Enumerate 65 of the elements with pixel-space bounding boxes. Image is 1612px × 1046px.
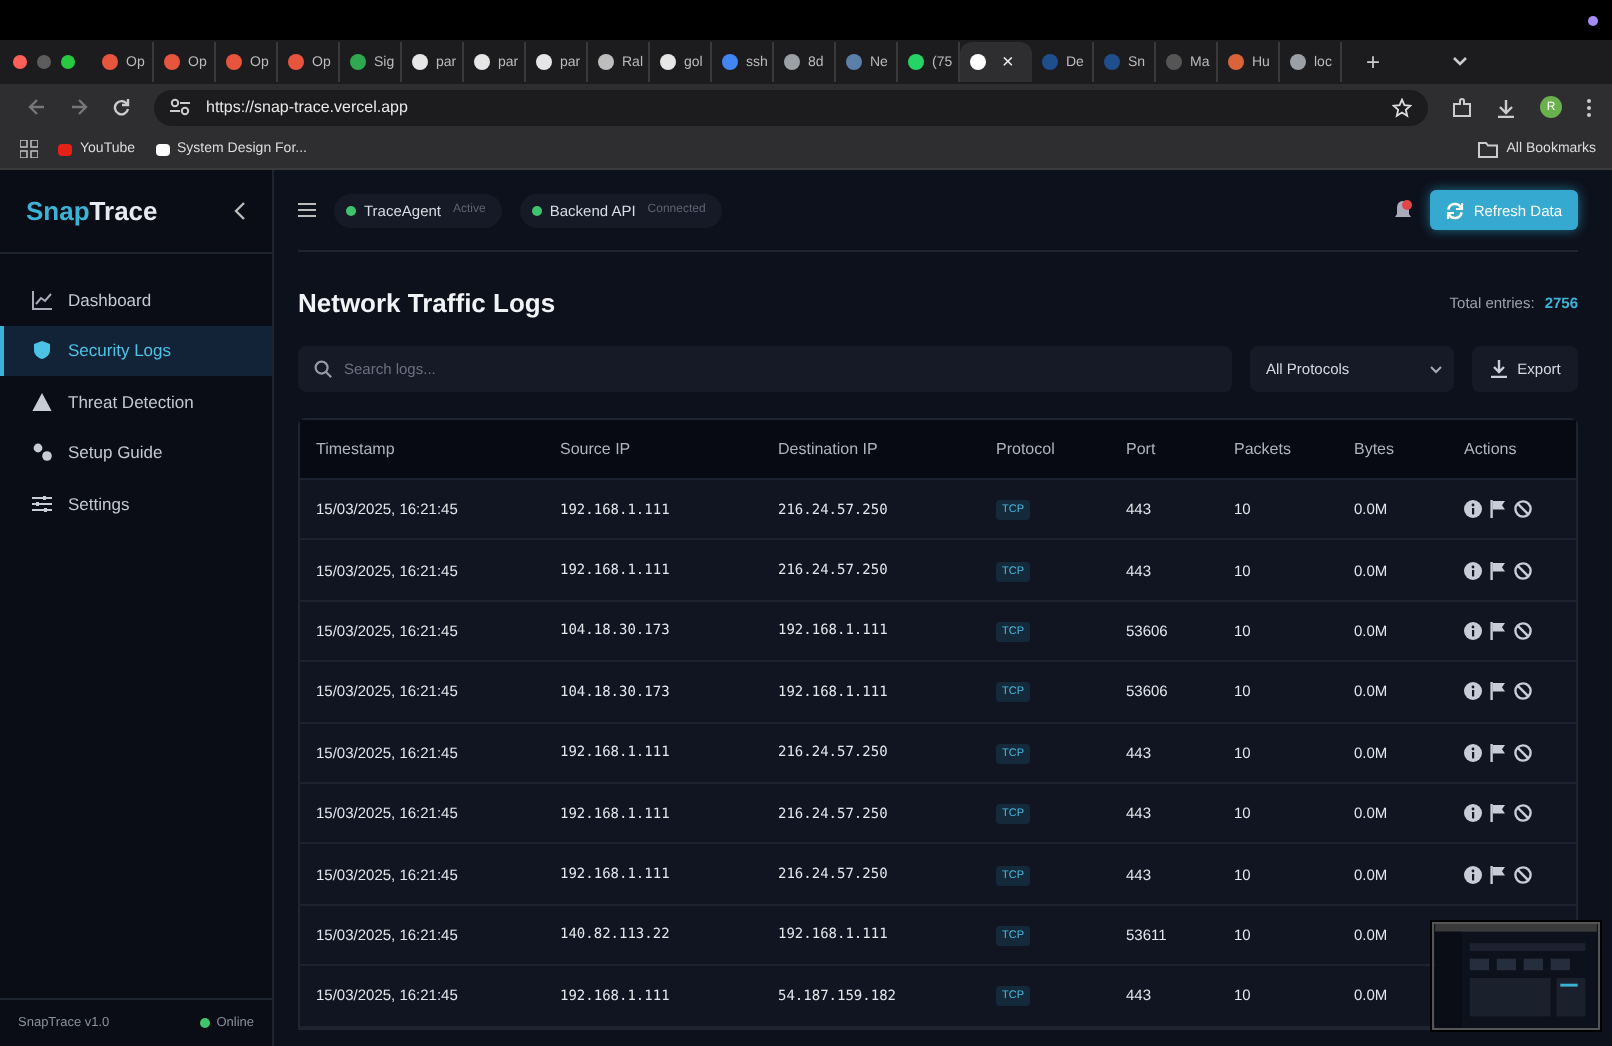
column-header: Bytes (1352, 440, 1395, 458)
block-icon[interactable] (1514, 561, 1532, 580)
bell-icon (1393, 200, 1412, 220)
window-controls-drawing (12, 54, 80, 70)
flag-icon[interactable] (1490, 561, 1506, 580)
chevron-down-icon (1430, 365, 1442, 373)
bookmark-icon (155, 143, 170, 155)
column-header: Actions (1462, 440, 1517, 458)
indicator-icon (1588, 15, 1598, 25)
column-header: Port (1124, 440, 1156, 458)
info-icon[interactable] (1464, 865, 1482, 884)
flag-icon[interactable] (1490, 804, 1506, 823)
info-icon[interactable] (1464, 682, 1482, 701)
block-icon[interactable] (1514, 621, 1532, 640)
back-icon[interactable] (28, 98, 46, 116)
info-icon[interactable] (1464, 804, 1482, 823)
search-icon (314, 360, 332, 378)
nav-item[interactable]: Settings (0, 478, 272, 529)
flag-icon[interactable] (1490, 682, 1506, 701)
info-icon[interactable] (1464, 500, 1482, 519)
column-header: Protocol (994, 440, 1055, 458)
bookmark-icon (58, 143, 72, 155)
info-icon[interactable] (1464, 743, 1482, 762)
column-header: Source IP (558, 440, 631, 458)
app-logo: SnapTrace (26, 196, 158, 226)
info-icon[interactable] (1464, 561, 1482, 580)
site-settings-icon (170, 98, 190, 116)
flag-icon[interactable] (1490, 743, 1506, 762)
refresh-icon (1445, 201, 1464, 219)
nav-item[interactable]: Security Logs (0, 325, 272, 376)
download-icon (1489, 360, 1508, 378)
sliders-icon (32, 493, 52, 514)
chart-icon (32, 289, 52, 310)
nav-item[interactable]: Dashboard (0, 274, 272, 325)
block-icon[interactable] (1514, 804, 1532, 823)
nav-item[interactable]: Setup Guide (0, 427, 272, 478)
block-icon[interactable] (1514, 500, 1532, 519)
flag-icon[interactable] (1490, 500, 1506, 519)
flag-icon[interactable] (1490, 621, 1506, 640)
reload-icon[interactable] (112, 98, 130, 116)
collapse-icon[interactable] (234, 202, 246, 220)
warning-icon (32, 391, 52, 412)
shield-icon (32, 340, 52, 361)
page-title: Network Traffic Logs (298, 288, 556, 318)
apps-grid-icon[interactable] (20, 140, 38, 158)
menu-icon[interactable] (298, 202, 316, 218)
folder-icon (1478, 141, 1499, 157)
column-header: Destination IP (776, 440, 878, 458)
more-icon[interactable] (1586, 97, 1592, 117)
column-header: Packets (1232, 440, 1291, 458)
block-icon[interactable] (1514, 865, 1532, 884)
notification-bell[interactable] (1393, 200, 1412, 220)
download-icon[interactable] (1496, 97, 1516, 117)
nav-item[interactable]: Threat Detection (0, 376, 272, 427)
address-bar[interactable]: https://snap-trace.vercel.app (154, 89, 1428, 125)
browser-tab[interactable]: × (960, 42, 1032, 82)
new-tab-button[interactable]: + (1366, 48, 1381, 76)
tab-list-icon[interactable] (1452, 56, 1469, 68)
star-icon[interactable] (1392, 97, 1412, 117)
info-icon[interactable] (1464, 621, 1482, 640)
block-icon[interactable] (1514, 743, 1532, 762)
column-header: Timestamp (314, 440, 395, 458)
block-icon[interactable] (1514, 682, 1532, 701)
forward-icon[interactable] (70, 98, 88, 116)
flag-icon[interactable] (1490, 865, 1506, 884)
